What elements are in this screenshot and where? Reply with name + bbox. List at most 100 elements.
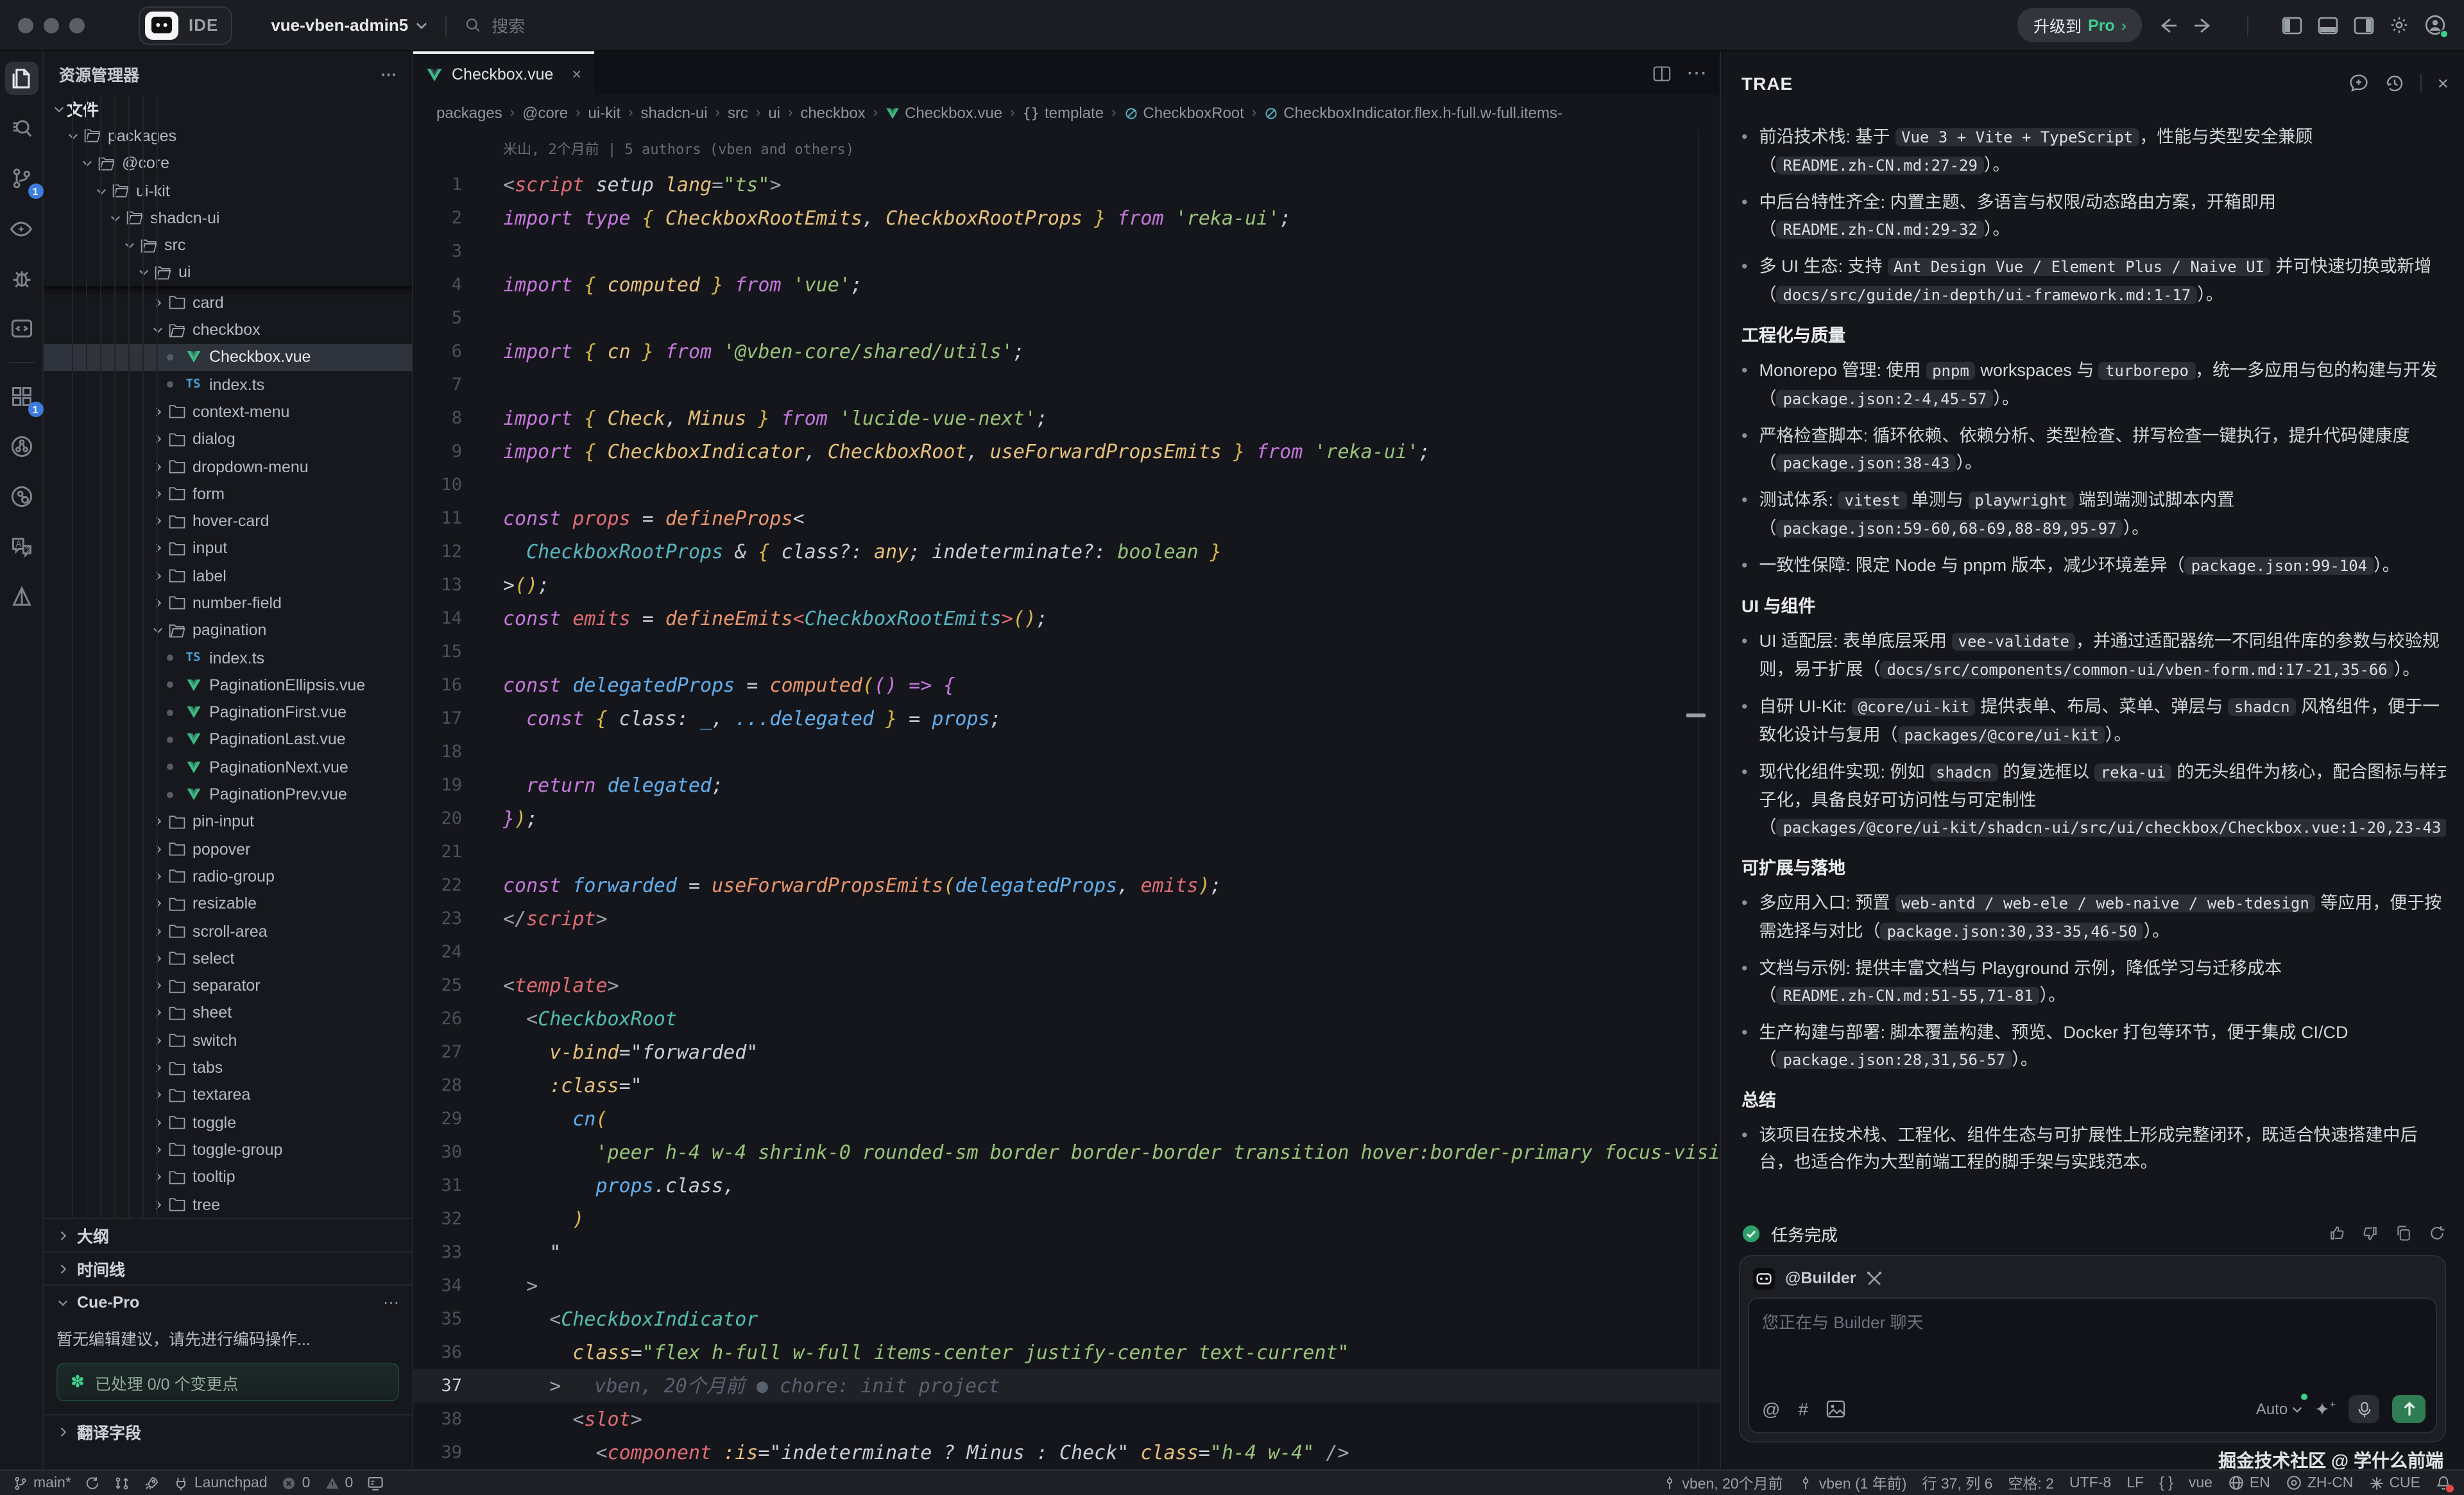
- code-line-39[interactable]: 39 <component :is="indeterminate ? Minus…: [413, 1436, 1720, 1469]
- editor-more-icon[interactable]: ⋯: [1686, 60, 1707, 86]
- project-selector[interactable]: vue-vben-admin5: [271, 15, 427, 35]
- breadcrumb-item[interactable]: ui: [768, 104, 780, 122]
- code-line-38[interactable]: 38 <slot>: [413, 1403, 1720, 1436]
- upgrade-pro-button[interactable]: 升级到 Pro ›: [2018, 8, 2142, 42]
- nav-back-button[interactable]: [2157, 16, 2178, 34]
- code-reference-chip[interactable]: package.json:59-60,68-69,88-89,95-97: [1776, 520, 2123, 538]
- code-line-16[interactable]: 16const delegatedProps = computed(() => …: [413, 669, 1720, 702]
- attach-image-icon[interactable]: [1826, 1400, 1845, 1418]
- code-reference-chip[interactable]: README.zh-CN.md:51-55,71-81: [1776, 987, 2039, 1005]
- status-item-monitor[interactable]: [367, 1475, 384, 1491]
- git-codelens[interactable]: 米山, 2个月前 | 5 authors (vben and others): [413, 131, 1720, 168]
- breadcrumb-item[interactable]: CheckboxIndicator.flex.h-full.w-full.ite…: [1264, 104, 1562, 122]
- tree-item-sheet[interactable]: sheet: [44, 1000, 412, 1027]
- status-item-text-right-3[interactable]: 空格: 2: [2008, 1473, 2054, 1493]
- explorer-more-icon[interactable]: ⋯: [381, 64, 397, 83]
- code-line-15[interactable]: 15: [413, 635, 1720, 669]
- activity-item-extensions[interactable]: 1: [4, 380, 38, 413]
- tree-item-dropdown-menu[interactable]: dropdown-menu: [44, 453, 412, 481]
- tree-item-index.ts[interactable]: TSindex.ts: [44, 644, 412, 672]
- tree-item-number-field[interactable]: number-field: [44, 590, 412, 617]
- code-line-22[interactable]: 22const forwarded = useForwardPropsEmits…: [413, 869, 1720, 902]
- code-line-31[interactable]: 31 props.class,: [413, 1169, 1720, 1202]
- code-line-29[interactable]: 29 cn(: [413, 1102, 1720, 1136]
- tree-item-switch[interactable]: switch: [44, 1027, 412, 1054]
- tree-item-pagination[interactable]: pagination: [44, 617, 412, 644]
- toggle-right-panel-icon[interactable]: [2354, 16, 2374, 34]
- tree-item-PaginationEllipsis.vue[interactable]: PaginationEllipsis.vue: [44, 671, 412, 699]
- status-item-sync[interactable]: [85, 1475, 101, 1491]
- tree-item-tree[interactable]: tree: [44, 1191, 412, 1218]
- mention-icon[interactable]: @: [1762, 1399, 1780, 1419]
- tree-item-tooltip[interactable]: tooltip: [44, 1163, 412, 1191]
- regenerate-icon[interactable]: [2428, 1224, 2446, 1242]
- code-reference-chip[interactable]: pnpm: [1926, 362, 1976, 380]
- code-line-11[interactable]: 11const props = defineProps<: [413, 502, 1720, 535]
- tab-close-icon[interactable]: ×: [572, 65, 581, 83]
- code-reference-chip[interactable]: docs/src/components/common-ui/vben-form.…: [1880, 661, 2393, 679]
- tree-item-ui[interactable]: ui: [44, 259, 412, 287]
- tree-item-textarea[interactable]: textarea: [44, 1081, 412, 1109]
- tree-item-toggle[interactable]: toggle: [44, 1109, 412, 1136]
- tree-item-popover[interactable]: popover: [44, 835, 412, 863]
- tab-checkbox-vue[interactable]: Checkbox.vue ×: [413, 51, 594, 95]
- tree-item-context-menu[interactable]: context-menu: [44, 398, 412, 426]
- tree-item-card[interactable]: card: [44, 289, 412, 316]
- cuepro-progress[interactable]: ✽ 已处理 0/0 个变更点: [56, 1363, 399, 1401]
- activity-item-translate[interactable]: A文: [4, 530, 38, 563]
- code-area[interactable]: 米山, 2个月前 | 5 authors (vben and others) 1…: [413, 131, 1720, 1469]
- code-line-34[interactable]: 34 >: [413, 1269, 1720, 1303]
- window-close-button[interactable]: [18, 17, 33, 33]
- activity-item-code-window[interactable]: [4, 312, 38, 345]
- nav-forward-button[interactable]: [2193, 16, 2214, 34]
- code-line-17[interactable]: 17 const { class: _, ...delegated } = pr…: [413, 702, 1720, 735]
- code-line-2[interactable]: 2import type { CheckboxRootEmits, Checkb…: [413, 201, 1720, 235]
- status-item-compare[interactable]: [115, 1475, 130, 1491]
- breadcrumb-item[interactable]: checkbox: [800, 104, 865, 122]
- code-line-4[interactable]: 4import { computed } from 'vue';: [413, 268, 1720, 302]
- code-line-12[interactable]: 12 CheckboxRootProps & { class?: any; in…: [413, 535, 1720, 568]
- tree-item-label[interactable]: label: [44, 562, 412, 590]
- code-reference-chip[interactable]: Vue 3 + Vite + TypeScript: [1895, 128, 2139, 146]
- status-item-plug[interactable]: Launchpad: [174, 1475, 268, 1491]
- status-item-branch[interactable]: main*: [13, 1475, 71, 1491]
- code-reference-chip[interactable]: package.json:28,31,56-57: [1776, 1051, 2012, 1069]
- activity-item-eye[interactable]: [4, 212, 38, 245]
- code-reference-chip[interactable]: package.json:99-104: [2185, 557, 2374, 575]
- settings-gear-icon[interactable]: [2390, 15, 2409, 35]
- code-reference-chip[interactable]: turborepo: [2099, 362, 2195, 380]
- code-reference-chip[interactable]: docs/src/guide/in-depth/ui-framework.md:…: [1776, 286, 2197, 304]
- agent-chip[interactable]: @Builder: [1748, 1263, 2437, 1294]
- cuepro-section-header[interactable]: Cue-Pro ⋯: [44, 1285, 412, 1318]
- code-line-35[interactable]: 35 <CheckboxIndicator: [413, 1303, 1720, 1336]
- code-line-37[interactable]: 37 >vben, 20个月前 ● chore: init project: [413, 1369, 1720, 1403]
- code-line-25[interactable]: 25<template>: [413, 969, 1720, 1002]
- activity-item-files[interactable]: [4, 62, 38, 95]
- close-panel-icon[interactable]: ×: [2437, 73, 2449, 94]
- code-line-33[interactable]: 33 ": [413, 1236, 1720, 1269]
- code-reference-chip[interactable]: @core/ui-kit: [1852, 698, 1976, 716]
- status-item-bell[interactable]: [2436, 1474, 2451, 1491]
- status-item-commit[interactable]: vben (1 年前): [1799, 1473, 1907, 1493]
- tree-item-index.ts[interactable]: TSindex.ts: [44, 371, 412, 398]
- tree-item-@core[interactable]: @core: [44, 150, 412, 177]
- status-item-commit[interactable]: vben, 20个月前: [1661, 1473, 1783, 1493]
- code-line-36[interactable]: 36 class="flex h-full w-full items-cente…: [413, 1336, 1720, 1369]
- breadcrumb-item[interactable]: @core: [522, 104, 568, 122]
- status-item-warning-triangle[interactable]: 0: [324, 1475, 353, 1491]
- window-controls[interactable]: [18, 17, 95, 33]
- thumbs-down-icon[interactable]: [2361, 1224, 2379, 1242]
- code-reference-chip[interactable]: package.json:38-43: [1776, 454, 1956, 472]
- tree-item-PaginationPrev.vue[interactable]: PaginationPrev.vue: [44, 781, 412, 808]
- code-line-6[interactable]: 6import { cn } from '@vben-core/shared/u…: [413, 335, 1720, 368]
- code-line-13[interactable]: 13>();: [413, 568, 1720, 602]
- tree-item-ui-kit[interactable]: ui-kit: [44, 177, 412, 205]
- sidebar-section-translate[interactable]: 翻译字段: [44, 1414, 412, 1448]
- breadcrumb-item[interactable]: src: [728, 104, 748, 122]
- code-line-24[interactable]: 24: [413, 935, 1720, 969]
- code-reference-chip[interactable]: README.zh-CN.md:27-29: [1776, 157, 1983, 175]
- code-line-28[interactable]: 28 :class=": [413, 1069, 1720, 1102]
- breadcrumb-item[interactable]: ui-kit: [588, 104, 621, 122]
- code-reference-chip[interactable]: packages/@core/ui-kit: [1897, 726, 2105, 744]
- tree-item-form[interactable]: form: [44, 480, 412, 508]
